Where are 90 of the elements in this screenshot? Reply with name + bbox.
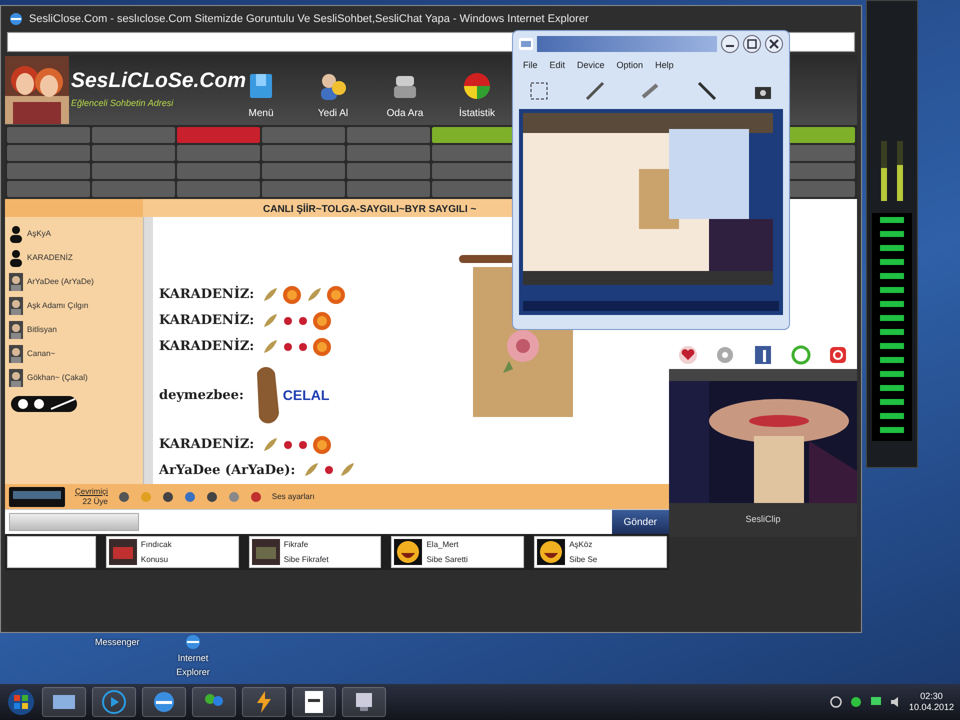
menu-tab[interactable] — [432, 163, 515, 179]
profile-card[interactable]: Fikrafe Sibe Fikrafet — [248, 536, 382, 568]
user-name[interactable]: Canan~ — [27, 348, 56, 360]
chat-nick[interactable]: KARADENİZ: — [159, 434, 254, 454]
site-tagline: Eğlenceli Sohbetin Adresi — [71, 96, 174, 110]
desktop-icon-label[interactable]: Internet Explorer — [168, 652, 218, 679]
menu-item[interactable]: Edit — [550, 59, 566, 72]
avatar-icon — [9, 369, 23, 387]
avatar-icon — [9, 321, 23, 339]
rose-icon — [282, 314, 294, 326]
browser-icon — [9, 12, 23, 26]
ball-icon — [312, 310, 332, 330]
chat-nick[interactable]: KARADENİZ: — [159, 284, 254, 304]
rose-icon — [297, 314, 310, 326]
ball-icon — [282, 284, 302, 304]
laughing-smiley-icon — [394, 539, 422, 565]
chat-nick[interactable]: KARADENİZ: — [159, 336, 254, 356]
nav-link[interactable]: Yedi Al — [318, 106, 348, 121]
browser-icon[interactable] — [184, 634, 202, 650]
clock-time[interactable]: 02:30 — [920, 690, 943, 702]
nav-link[interactable]: İstatistik — [458, 106, 496, 121]
desktop-icon-label[interactable]: Messenger — [95, 636, 140, 650]
profile-name: AşKöz — [569, 538, 594, 550]
window-title: SesliClose.Com - seslıclose.Com Sitemizde Goruntulu Ve SesliSohbet,SesliChat Yapa - Windows Internet Explorer — [29, 12, 589, 27]
site-logo[interactable]: SesLiCLoSe.Com — [71, 70, 246, 91]
profile-name: Fikrafe — [284, 538, 310, 550]
profile-card[interactable]: AşKöz Sibe Se — [534, 536, 667, 568]
send-button[interactable]: Gönder — [612, 510, 669, 534]
menu-tab[interactable] — [432, 181, 515, 197]
chat-nick[interactable]: KARADENİZ: — [159, 310, 254, 330]
feather-icon — [261, 436, 280, 454]
user-name[interactable]: AşKyA — [27, 228, 52, 240]
site-badge-icon — [9, 393, 79, 415]
start-button-icon[interactable] — [6, 687, 36, 717]
user-name[interactable]: Aşk Adamı Çılgın — [27, 300, 88, 312]
nav-link[interactable]: Oda Ara — [386, 106, 424, 121]
rose-icon — [297, 340, 310, 352]
rose-icon — [323, 464, 336, 476]
user-name[interactable]: ArYaDee (ArYaDe) — [27, 276, 94, 288]
ball-icon — [312, 434, 332, 454]
video-caption: SesliClip — [745, 513, 780, 526]
thumbnail-icon — [252, 539, 280, 565]
menu-tab[interactable] — [432, 145, 515, 161]
power-icon[interactable] — [828, 345, 848, 365]
profile-status: Sibe Saretti — [426, 554, 468, 566]
online-link[interactable]: Çevrimiçi — [75, 486, 108, 496]
profile-status: Sibe Se — [569, 554, 598, 566]
user-silhouette-icon — [9, 249, 23, 267]
laughing-smiley-icon — [537, 539, 566, 565]
scrollbar[interactable] — [143, 217, 153, 484]
app-icon — [519, 38, 533, 50]
profile-name: Fındıcak — [140, 538, 172, 550]
rose-icon — [297, 438, 310, 450]
user-name[interactable]: KARADENİZ — [27, 252, 73, 264]
ball-icon — [312, 336, 332, 356]
rose-icon — [282, 438, 294, 450]
rose-icon — [282, 340, 294, 352]
nav-link[interactable]: Menü — [248, 106, 274, 121]
feather-icon — [261, 338, 280, 356]
avatar-icon — [9, 297, 23, 315]
play-icon[interactable] — [101, 689, 127, 715]
room-banner-icon — [9, 486, 65, 506]
chat-image-text: CELAL — [282, 386, 330, 405]
user-name[interactable]: Gökhan~ (Çakal) — [27, 372, 88, 384]
profile-status: Sibe Fikrafet — [284, 554, 329, 566]
profile-card[interactable]: Ela_Mert Sibe Saretti — [391, 536, 524, 568]
menu-item[interactable]: Help — [655, 59, 674, 72]
clock-date[interactable]: 10.04.2012 — [908, 702, 954, 714]
avatar-icon — [9, 273, 23, 291]
menu-item[interactable]: File — [523, 59, 538, 72]
chat-nick[interactable]: deymezbee: — [159, 386, 244, 406]
user-silhouette-icon — [9, 225, 23, 243]
user-count: 22 Üye — [82, 496, 108, 506]
ball-icon — [326, 284, 346, 304]
feather-icon — [261, 286, 280, 304]
profile-name: Ela_Mert — [426, 538, 460, 550]
slider-track[interactable] — [897, 141, 903, 201]
menu-item[interactable]: Option — [616, 59, 644, 72]
avatar-icon — [9, 345, 23, 363]
browser-icon[interactable] — [151, 689, 177, 715]
sound-settings-link[interactable]: Ses ayarları — [272, 490, 315, 502]
profile-card[interactable]: Fındıcak Konusu — [106, 536, 239, 568]
feather-icon — [305, 286, 324, 304]
user-name[interactable]: Bitlisyan — [27, 324, 57, 336]
profile-status: Konusu — [140, 554, 170, 566]
slider-track[interactable] — [881, 141, 887, 201]
feather-icon — [261, 312, 280, 330]
chat-nick[interactable]: ArYaDee (ArYaDe): — [159, 460, 296, 480]
menu-item[interactable]: Device — [577, 59, 605, 72]
thumbnail-icon — [108, 539, 137, 565]
